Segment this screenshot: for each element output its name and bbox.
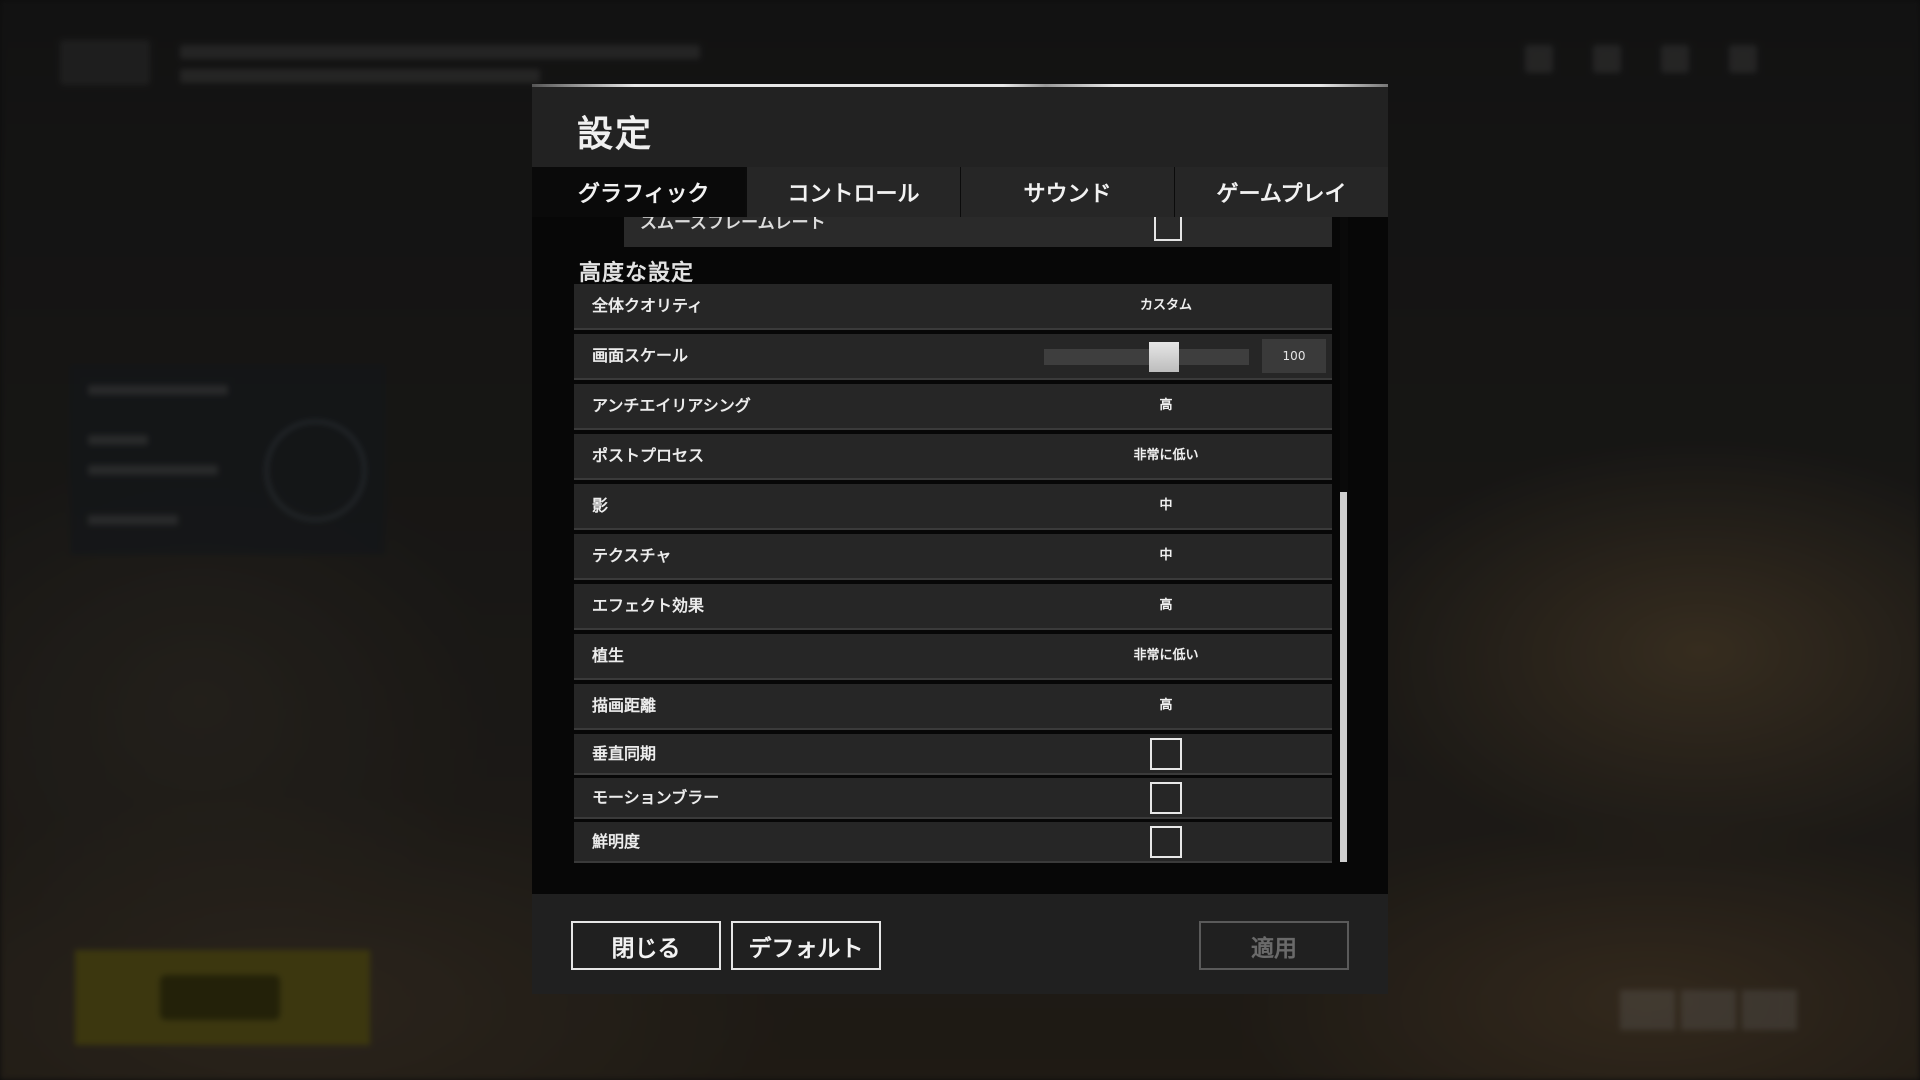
tab-gameplay[interactable]: ゲームプレイ bbox=[1175, 167, 1388, 217]
textures-selector[interactable]: 中 bbox=[1106, 534, 1226, 578]
tab-controls[interactable]: コントロール bbox=[747, 167, 960, 217]
setting-row-foliage: 植生 非常に低い bbox=[574, 634, 1332, 680]
dialog-header: 設定 bbox=[532, 87, 1388, 167]
setting-row-shadows: 影 中 bbox=[574, 484, 1332, 530]
default-button[interactable]: デフォルト bbox=[731, 921, 881, 970]
setting-label: 垂直同期 bbox=[592, 744, 657, 763]
vsync-checkbox[interactable] bbox=[1150, 738, 1182, 770]
setting-label: テクスチャ bbox=[592, 546, 672, 565]
sharpness-checkbox[interactable] bbox=[1150, 826, 1182, 858]
settings-dialog: 設定 グラフィック コントロール サウンド ゲームプレイ スムーズフレームレート… bbox=[532, 84, 1388, 994]
smooth-framerate-checkbox[interactable] bbox=[1154, 217, 1182, 241]
settings-list: 全体クオリティ カスタム 画面スケール 100 アンチエイリアシング 高 ポスト… bbox=[574, 284, 1332, 866]
setting-row-sharpness: 鮮明度 bbox=[574, 822, 1332, 863]
setting-label: 植生 bbox=[592, 646, 625, 665]
setting-row-smooth-framerate: スムーズフレームレート bbox=[624, 217, 1332, 247]
setting-row-post-process: ポストプロセス 非常に低い bbox=[574, 434, 1332, 480]
view-distance-selector[interactable]: 高 bbox=[1106, 684, 1226, 728]
screen-scale-slider-track[interactable] bbox=[1044, 349, 1249, 365]
setting-label: 全体クオリティ bbox=[592, 296, 704, 315]
setting-label: アンチエイリアシング bbox=[592, 396, 751, 415]
foliage-selector[interactable]: 非常に低い bbox=[1106, 634, 1226, 678]
tab-graphics[interactable]: グラフィック bbox=[532, 167, 745, 217]
setting-row-view-distance: 描画距離 高 bbox=[574, 684, 1332, 730]
scrollbar-thumb[interactable] bbox=[1340, 492, 1347, 862]
post-process-selector[interactable]: 非常に低い bbox=[1106, 434, 1226, 478]
anti-aliasing-selector[interactable]: 高 bbox=[1106, 384, 1226, 428]
setting-label: スムーズフレームレート bbox=[640, 217, 826, 233]
setting-label: 影 bbox=[592, 496, 609, 515]
screen-scale-value-box[interactable]: 100 bbox=[1262, 339, 1326, 373]
setting-label: 描画距離 bbox=[592, 696, 657, 715]
dialog-title: 設定 bbox=[577, 114, 654, 155]
setting-row-textures: テクスチャ 中 bbox=[574, 534, 1332, 580]
setting-label: ポストプロセス bbox=[592, 446, 705, 465]
apply-button[interactable]: 適用 bbox=[1199, 921, 1349, 970]
tab-sound[interactable]: サウンド bbox=[961, 167, 1174, 217]
settings-content: スムーズフレームレート 高度な設定 全体クオリティ カスタム 画面スケール 10… bbox=[532, 217, 1388, 894]
section-title-advanced: 高度な設定 bbox=[579, 261, 695, 286]
dialog-footer: 閉じる デフォルト 適用 bbox=[532, 894, 1388, 994]
setting-label: モーションブラー bbox=[592, 788, 720, 807]
setting-row-motion-blur: モーションブラー bbox=[574, 778, 1332, 819]
overall-quality-selector[interactable]: カスタム bbox=[1106, 284, 1226, 328]
setting-label: 鮮明度 bbox=[592, 832, 641, 851]
setting-row-anti-aliasing: アンチエイリアシング 高 bbox=[574, 384, 1332, 430]
tab-bar: グラフィック コントロール サウンド ゲームプレイ bbox=[532, 167, 1388, 217]
close-button[interactable]: 閉じる bbox=[571, 921, 721, 970]
shadows-selector[interactable]: 中 bbox=[1106, 484, 1226, 528]
effects-selector[interactable]: 高 bbox=[1106, 584, 1226, 628]
motion-blur-checkbox[interactable] bbox=[1150, 782, 1182, 814]
setting-row-effects: エフェクト効果 高 bbox=[574, 584, 1332, 630]
setting-label: 画面スケール bbox=[592, 346, 689, 365]
setting-row-vsync: 垂直同期 bbox=[574, 734, 1332, 775]
setting-row-overall-quality: 全体クオリティ カスタム bbox=[574, 284, 1332, 330]
setting-row-screen-scale: 画面スケール 100 bbox=[574, 334, 1332, 380]
setting-label: エフェクト効果 bbox=[592, 596, 705, 615]
screen-scale-slider-thumb[interactable] bbox=[1149, 342, 1179, 372]
